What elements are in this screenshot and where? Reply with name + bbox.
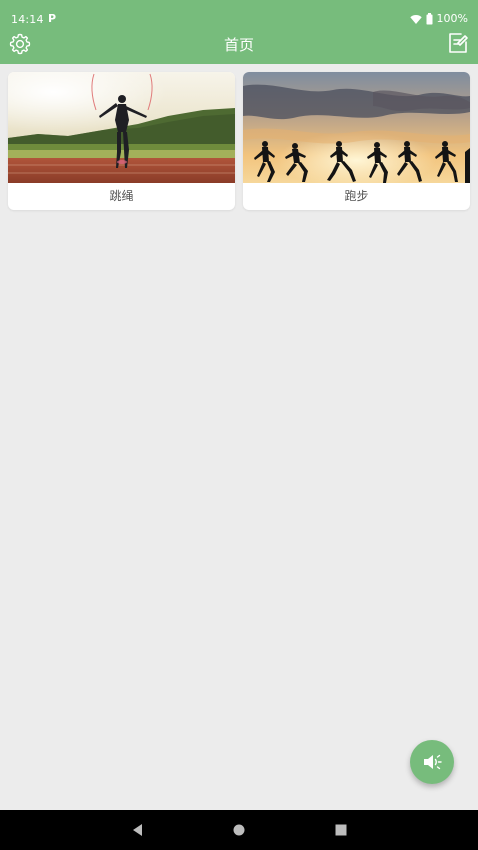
edit-note-icon bbox=[449, 33, 468, 53]
jump-rope-photo bbox=[8, 72, 235, 183]
status-right: 100% bbox=[409, 12, 468, 25]
page-title: 首页 bbox=[223, 36, 254, 54]
recents-icon bbox=[335, 824, 347, 836]
app-bar: 首页 bbox=[0, 30, 478, 64]
running-silhouettes-photo bbox=[243, 72, 470, 183]
activity-card-jump-rope[interactable]: 跳绳 bbox=[8, 72, 235, 210]
wifi-icon bbox=[409, 14, 422, 24]
edit-button[interactable] bbox=[446, 31, 470, 55]
home-icon bbox=[233, 824, 245, 836]
system-nav-bar bbox=[0, 810, 478, 850]
notification-icon: P bbox=[48, 12, 57, 25]
nav-home-button[interactable] bbox=[231, 822, 247, 838]
status-time: 14:14 bbox=[11, 13, 44, 26]
battery-icon bbox=[426, 12, 433, 25]
status-bar: 14:14 P 100% bbox=[0, 0, 478, 30]
app-header: 14:14 P 100% 首页 bbox=[0, 0, 478, 64]
activity-card-label: 跑步 bbox=[344, 189, 369, 203]
activity-card-running[interactable]: 跑步 bbox=[243, 72, 470, 210]
back-icon bbox=[133, 824, 142, 836]
speaker-icon bbox=[424, 754, 442, 770]
nav-recents-button[interactable] bbox=[333, 822, 349, 838]
voice-fab-button[interactable] bbox=[410, 740, 454, 784]
battery-percent: 100% bbox=[436, 12, 468, 25]
nav-back-button[interactable] bbox=[130, 822, 146, 838]
activity-card-label: 跳绳 bbox=[109, 189, 134, 203]
